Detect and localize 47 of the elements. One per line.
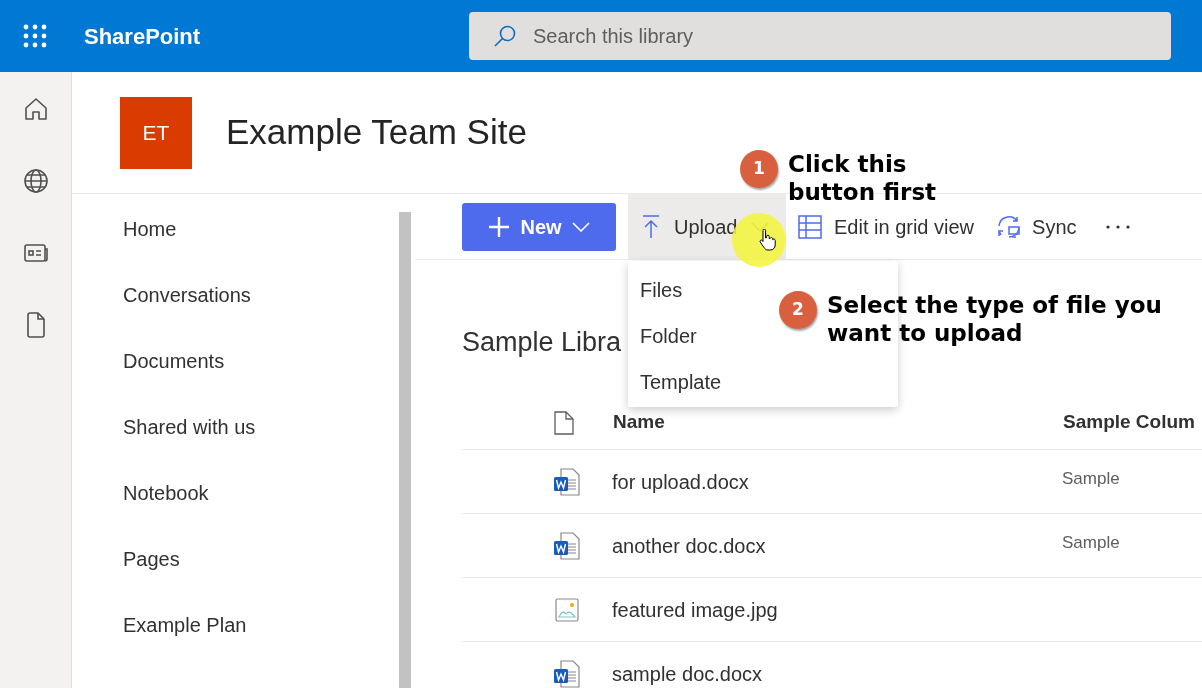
scrollbar[interactable] bbox=[399, 212, 411, 688]
sync-icon bbox=[996, 213, 1023, 240]
nav-link[interactable]: Notebook bbox=[123, 478, 209, 544]
column-header[interactable]: Sample Colum bbox=[1063, 408, 1195, 437]
column-header[interactable]: Name bbox=[613, 408, 1063, 437]
site-logo[interactable]: ET bbox=[120, 96, 192, 169]
app-name[interactable]: SharePoint bbox=[84, 19, 469, 53]
menu-item[interactable]: Template bbox=[628, 359, 734, 405]
file-type-icon[interactable] bbox=[554, 410, 574, 435]
nav-link[interactable]: Home bbox=[123, 214, 177, 280]
table-cell-text: Sample bbox=[1062, 467, 1120, 490]
chevron-down-icon bbox=[571, 221, 590, 232]
nav-link[interactable]: Shared with us bbox=[123, 412, 256, 478]
step-number-badge: 1 bbox=[740, 150, 778, 188]
nav-link[interactable]: Documents bbox=[123, 346, 225, 412]
globe-icon[interactable] bbox=[22, 168, 49, 194]
site-title: Example Team Site bbox=[226, 111, 527, 154]
word-file-icon bbox=[553, 467, 581, 496]
upload-icon bbox=[642, 214, 660, 239]
more-icon bbox=[1104, 223, 1131, 230]
plus-icon bbox=[488, 215, 511, 238]
document-icon[interactable] bbox=[24, 312, 47, 338]
annotation-text: Click this button first bbox=[788, 150, 938, 206]
file-name[interactable]: another doc.docx bbox=[612, 530, 1062, 561]
search-icon bbox=[493, 24, 517, 48]
file-name[interactable]: featured image.jpg bbox=[612, 594, 1062, 625]
word-file-icon bbox=[553, 531, 581, 560]
edit-grid-view-button[interactable]: Edit in grid view bbox=[786, 211, 985, 242]
grid-icon bbox=[798, 214, 822, 239]
word-file-icon bbox=[553, 659, 581, 688]
menu-item[interactable]: Files bbox=[628, 267, 695, 313]
annotation-text: Select the type of file you want to upload bbox=[827, 291, 1163, 347]
sync-button[interactable]: Sync bbox=[984, 194, 1089, 260]
nav-link[interactable]: Pages bbox=[123, 544, 180, 610]
table-cell-text: Sample bbox=[1062, 531, 1120, 554]
app-launcher-icon[interactable] bbox=[23, 24, 47, 48]
menu-item[interactable]: Folder bbox=[628, 313, 709, 359]
nav-link[interactable]: Example Plan bbox=[123, 610, 247, 676]
home-icon[interactable] bbox=[22, 96, 49, 122]
file-name[interactable]: for upload.docx bbox=[612, 466, 1062, 497]
new-button[interactable]: New bbox=[462, 202, 616, 251]
hand-cursor-icon bbox=[759, 229, 776, 251]
file-name[interactable]: sample doc.docx bbox=[612, 658, 1062, 688]
search-field[interactable]: Search this library bbox=[469, 12, 1171, 60]
nav-link[interactable]: Conversations bbox=[123, 280, 251, 346]
image-file-icon bbox=[554, 596, 580, 623]
library-title: Sample Libra bbox=[462, 326, 622, 359]
